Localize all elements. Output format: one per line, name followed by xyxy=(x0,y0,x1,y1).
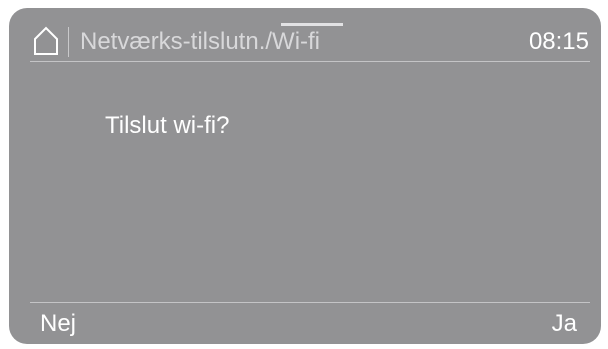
header-divider-line xyxy=(30,61,590,62)
appliance-display: Netværks-tilslutn./Wi-fi 08:15 Tilslut w… xyxy=(9,8,601,344)
home-icon xyxy=(34,26,58,55)
clock-display: 08:15 xyxy=(528,28,589,55)
dialog-question: Tilslut wi-fi? xyxy=(105,112,230,139)
yes-button[interactable]: Ja xyxy=(552,310,577,338)
header-divider xyxy=(68,27,69,57)
scroll-indicator xyxy=(281,23,343,26)
page-title: Netværks-tilslutn./Wi-fi xyxy=(80,28,321,55)
no-button[interactable]: Nej xyxy=(40,310,76,338)
home-button[interactable] xyxy=(33,26,59,56)
footer-divider-line xyxy=(30,302,590,303)
